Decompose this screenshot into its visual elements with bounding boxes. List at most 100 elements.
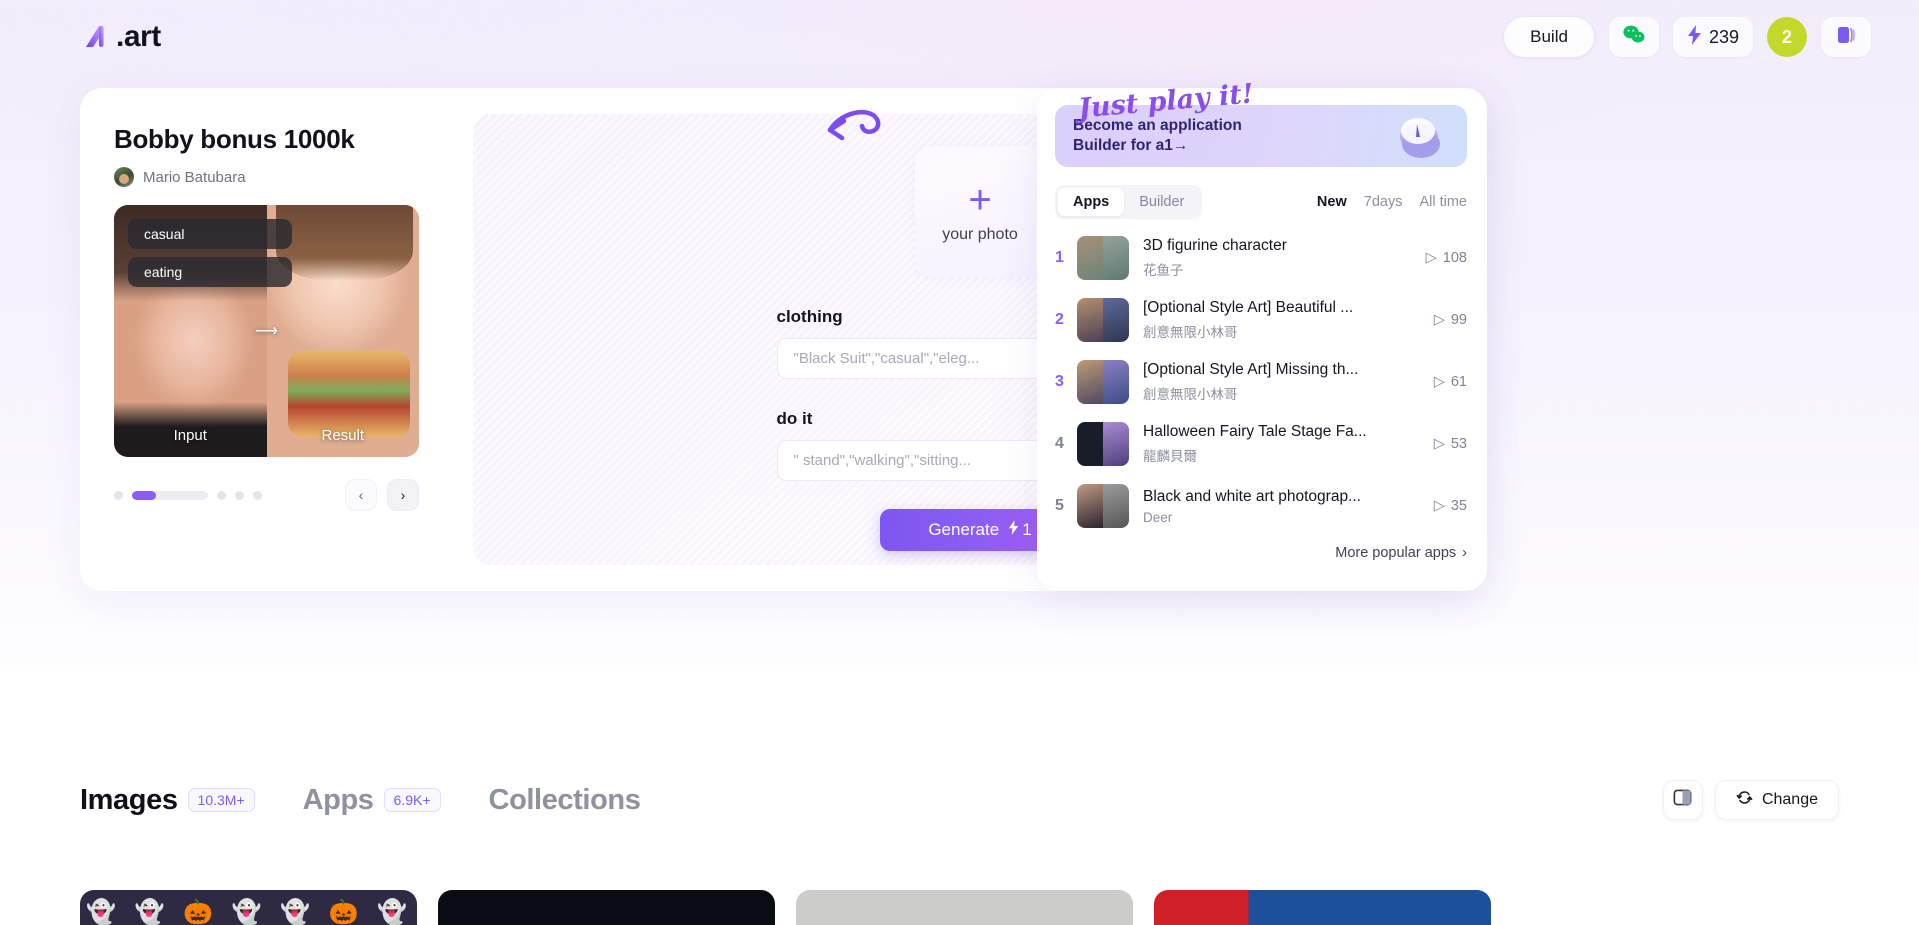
app-thumbnail bbox=[1077, 236, 1129, 280]
carousel-dot[interactable] bbox=[114, 490, 123, 500]
app-info: [Optional Style Art] Missing th... 創意無限小… bbox=[1143, 361, 1409, 403]
lightning-bolt-icon bbox=[1687, 24, 1702, 50]
app-thumbnail bbox=[1077, 422, 1129, 466]
popular-apps-panel: Become an application Builder for a1→ Ap… bbox=[1037, 88, 1487, 591]
tab-images-label: Images bbox=[80, 783, 178, 816]
filter-new[interactable]: New bbox=[1317, 194, 1347, 210]
tab-apps[interactable]: Apps bbox=[1058, 188, 1125, 216]
gallery-card[interactable] bbox=[80, 890, 417, 925]
app-title: [Optional Style Art] Missing th... bbox=[1143, 361, 1359, 378]
list-item[interactable]: 1 3D figurine character 花鱼子 ▷ 108 bbox=[1055, 227, 1467, 289]
list-item[interactable]: 4 Halloween Fairy Tale Stage Fa... 龍麟貝爾 … bbox=[1055, 413, 1467, 475]
content-tabs: Images 10.3M+ Apps 6.9K+ Collections Cha… bbox=[80, 780, 1839, 820]
preview-labels: Input Result bbox=[114, 427, 419, 444]
more-popular-apps-link[interactable]: More popular apps › bbox=[1055, 545, 1467, 561]
play-count: ▷ 61 bbox=[1409, 374, 1467, 390]
lightning-bolt-icon bbox=[1008, 520, 1019, 540]
content-tabs-section: Images 10.3M+ Apps 6.9K+ Collections Cha… bbox=[0, 780, 1919, 820]
tab-builder[interactable]: Builder bbox=[1124, 188, 1199, 216]
carousel-dot[interactable] bbox=[235, 490, 244, 500]
preview-tag: casual bbox=[128, 219, 292, 249]
build-button[interactable]: Build bbox=[1503, 16, 1595, 58]
carousel-next-button[interactable]: › bbox=[387, 479, 419, 511]
preview-image[interactable]: casual eating ⟶ Input Result bbox=[114, 205, 419, 457]
split-layout-icon bbox=[1673, 788, 1692, 812]
app-title: 3D figurine character bbox=[1143, 237, 1287, 254]
tab-apps-label: Apps bbox=[302, 783, 374, 816]
content-tools: Change bbox=[1662, 780, 1839, 820]
header-actions: Build 239 2 bbox=[1503, 16, 1871, 58]
photo-upload-dropzone[interactable]: + your photo bbox=[914, 146, 1046, 277]
filter-7days[interactable]: 7days bbox=[1364, 194, 1403, 210]
upload-label: your photo bbox=[942, 225, 1018, 243]
long-arrow-right-icon: ⟶ bbox=[255, 323, 278, 340]
app-preview-column: Bobby bonus 1000k Mario Batubara casual … bbox=[80, 88, 453, 591]
tab-apps[interactable]: Apps 6.9K+ bbox=[303, 784, 441, 817]
preview-result-label: Result bbox=[321, 427, 365, 444]
rank-number: 5 bbox=[1055, 497, 1064, 514]
app-author: 創意無限小林哥 bbox=[1143, 325, 1238, 340]
more-popular-apps-label: More popular apps bbox=[1335, 545, 1457, 561]
carousel-dot[interactable] bbox=[253, 490, 262, 500]
carousel-progress-bar[interactable] bbox=[132, 490, 208, 500]
rank-number: 3 bbox=[1055, 373, 1064, 390]
play-count-value: 108 bbox=[1442, 250, 1467, 266]
rank-number: 4 bbox=[1055, 435, 1064, 452]
coin-stack-icon bbox=[1391, 112, 1445, 160]
carousel-nav: ‹ › bbox=[345, 479, 419, 511]
rank-number: 2 bbox=[1055, 311, 1064, 328]
gallery-card[interactable] bbox=[1154, 890, 1491, 925]
author-name: Mario Batubara bbox=[143, 168, 246, 186]
filter-all-time[interactable]: All time bbox=[1419, 194, 1467, 210]
tab-apps-count: 6.9K+ bbox=[383, 788, 441, 812]
list-item[interactable]: 5 Black and white art photograp... Deer … bbox=[1055, 475, 1467, 537]
app-info: [Optional Style Art] Beautiful ... 創意無限小… bbox=[1143, 299, 1409, 341]
avatar[interactable]: 2 bbox=[1767, 17, 1807, 57]
ranked-app-list: 1 3D figurine character 花鱼子 ▷ 108 2 [Opt… bbox=[1055, 227, 1467, 537]
play-count: ▷ 108 bbox=[1409, 250, 1467, 266]
list-item[interactable]: 2 [Optional Style Art] Beautiful ... 創意無… bbox=[1055, 289, 1467, 351]
play-triangle-icon: ▷ bbox=[1433, 498, 1445, 514]
app-title: [Optional Style Art] Beautiful ... bbox=[1143, 299, 1354, 316]
brand-logo[interactable]: .art bbox=[80, 20, 161, 54]
play-count: ▷ 35 bbox=[1409, 498, 1467, 514]
change-label: Change bbox=[1761, 791, 1818, 808]
generate-cost: 1 bbox=[1008, 520, 1032, 540]
credits-button[interactable]: 239 bbox=[1672, 17, 1753, 57]
wechat-button[interactable] bbox=[1608, 17, 1659, 57]
layout-toggle-button[interactable] bbox=[1662, 780, 1703, 820]
carousel-controls: ‹ › bbox=[114, 479, 419, 511]
play-count-value: 35 bbox=[1450, 498, 1467, 514]
list-item[interactable]: 3 [Optional Style Art] Missing th... 創意無… bbox=[1055, 351, 1467, 413]
tab-images-count: 10.3M+ bbox=[187, 788, 255, 812]
preview-tag: eating bbox=[128, 257, 292, 287]
generate-cost-value: 1 bbox=[1022, 520, 1032, 539]
tab-collections-label: Collections bbox=[488, 783, 641, 816]
author-row[interactable]: Mario Batubara bbox=[114, 167, 453, 187]
gallery-card[interactable] bbox=[438, 890, 775, 925]
carousel-dot[interactable] bbox=[217, 490, 226, 500]
author-avatar bbox=[114, 167, 134, 187]
rank-number: 1 bbox=[1055, 249, 1064, 266]
refresh-icon bbox=[1736, 789, 1753, 811]
change-button[interactable]: Change bbox=[1714, 780, 1839, 820]
top-header: .art Build 239 2 bbox=[0, 0, 1919, 74]
tab-images[interactable]: Images 10.3M+ bbox=[80, 784, 255, 817]
chevron-right-icon: › bbox=[1462, 545, 1467, 561]
builder-promo-text: Become an application Builder for a1→ bbox=[1073, 116, 1242, 154]
gallery-card[interactable] bbox=[796, 890, 1133, 925]
chevron-left-icon: ‹ bbox=[358, 487, 364, 503]
builder-promo-banner[interactable]: Become an application Builder for a1→ bbox=[1055, 105, 1467, 167]
play-triangle-icon: ▷ bbox=[1425, 250, 1437, 266]
carousel-prev-button[interactable]: ‹ bbox=[345, 479, 377, 511]
app-thumbnail bbox=[1077, 484, 1129, 528]
wechat-icon bbox=[1623, 25, 1645, 49]
play-count: ▷ 99 bbox=[1409, 312, 1467, 328]
library-book-icon bbox=[1835, 24, 1857, 51]
app-thumbnail bbox=[1077, 360, 1129, 404]
tab-collections[interactable]: Collections bbox=[489, 784, 641, 817]
play-count-value: 99 bbox=[1450, 312, 1467, 328]
library-button[interactable] bbox=[1821, 17, 1871, 57]
plus-icon: + bbox=[968, 177, 992, 222]
image-gallery-strip bbox=[80, 890, 1919, 925]
